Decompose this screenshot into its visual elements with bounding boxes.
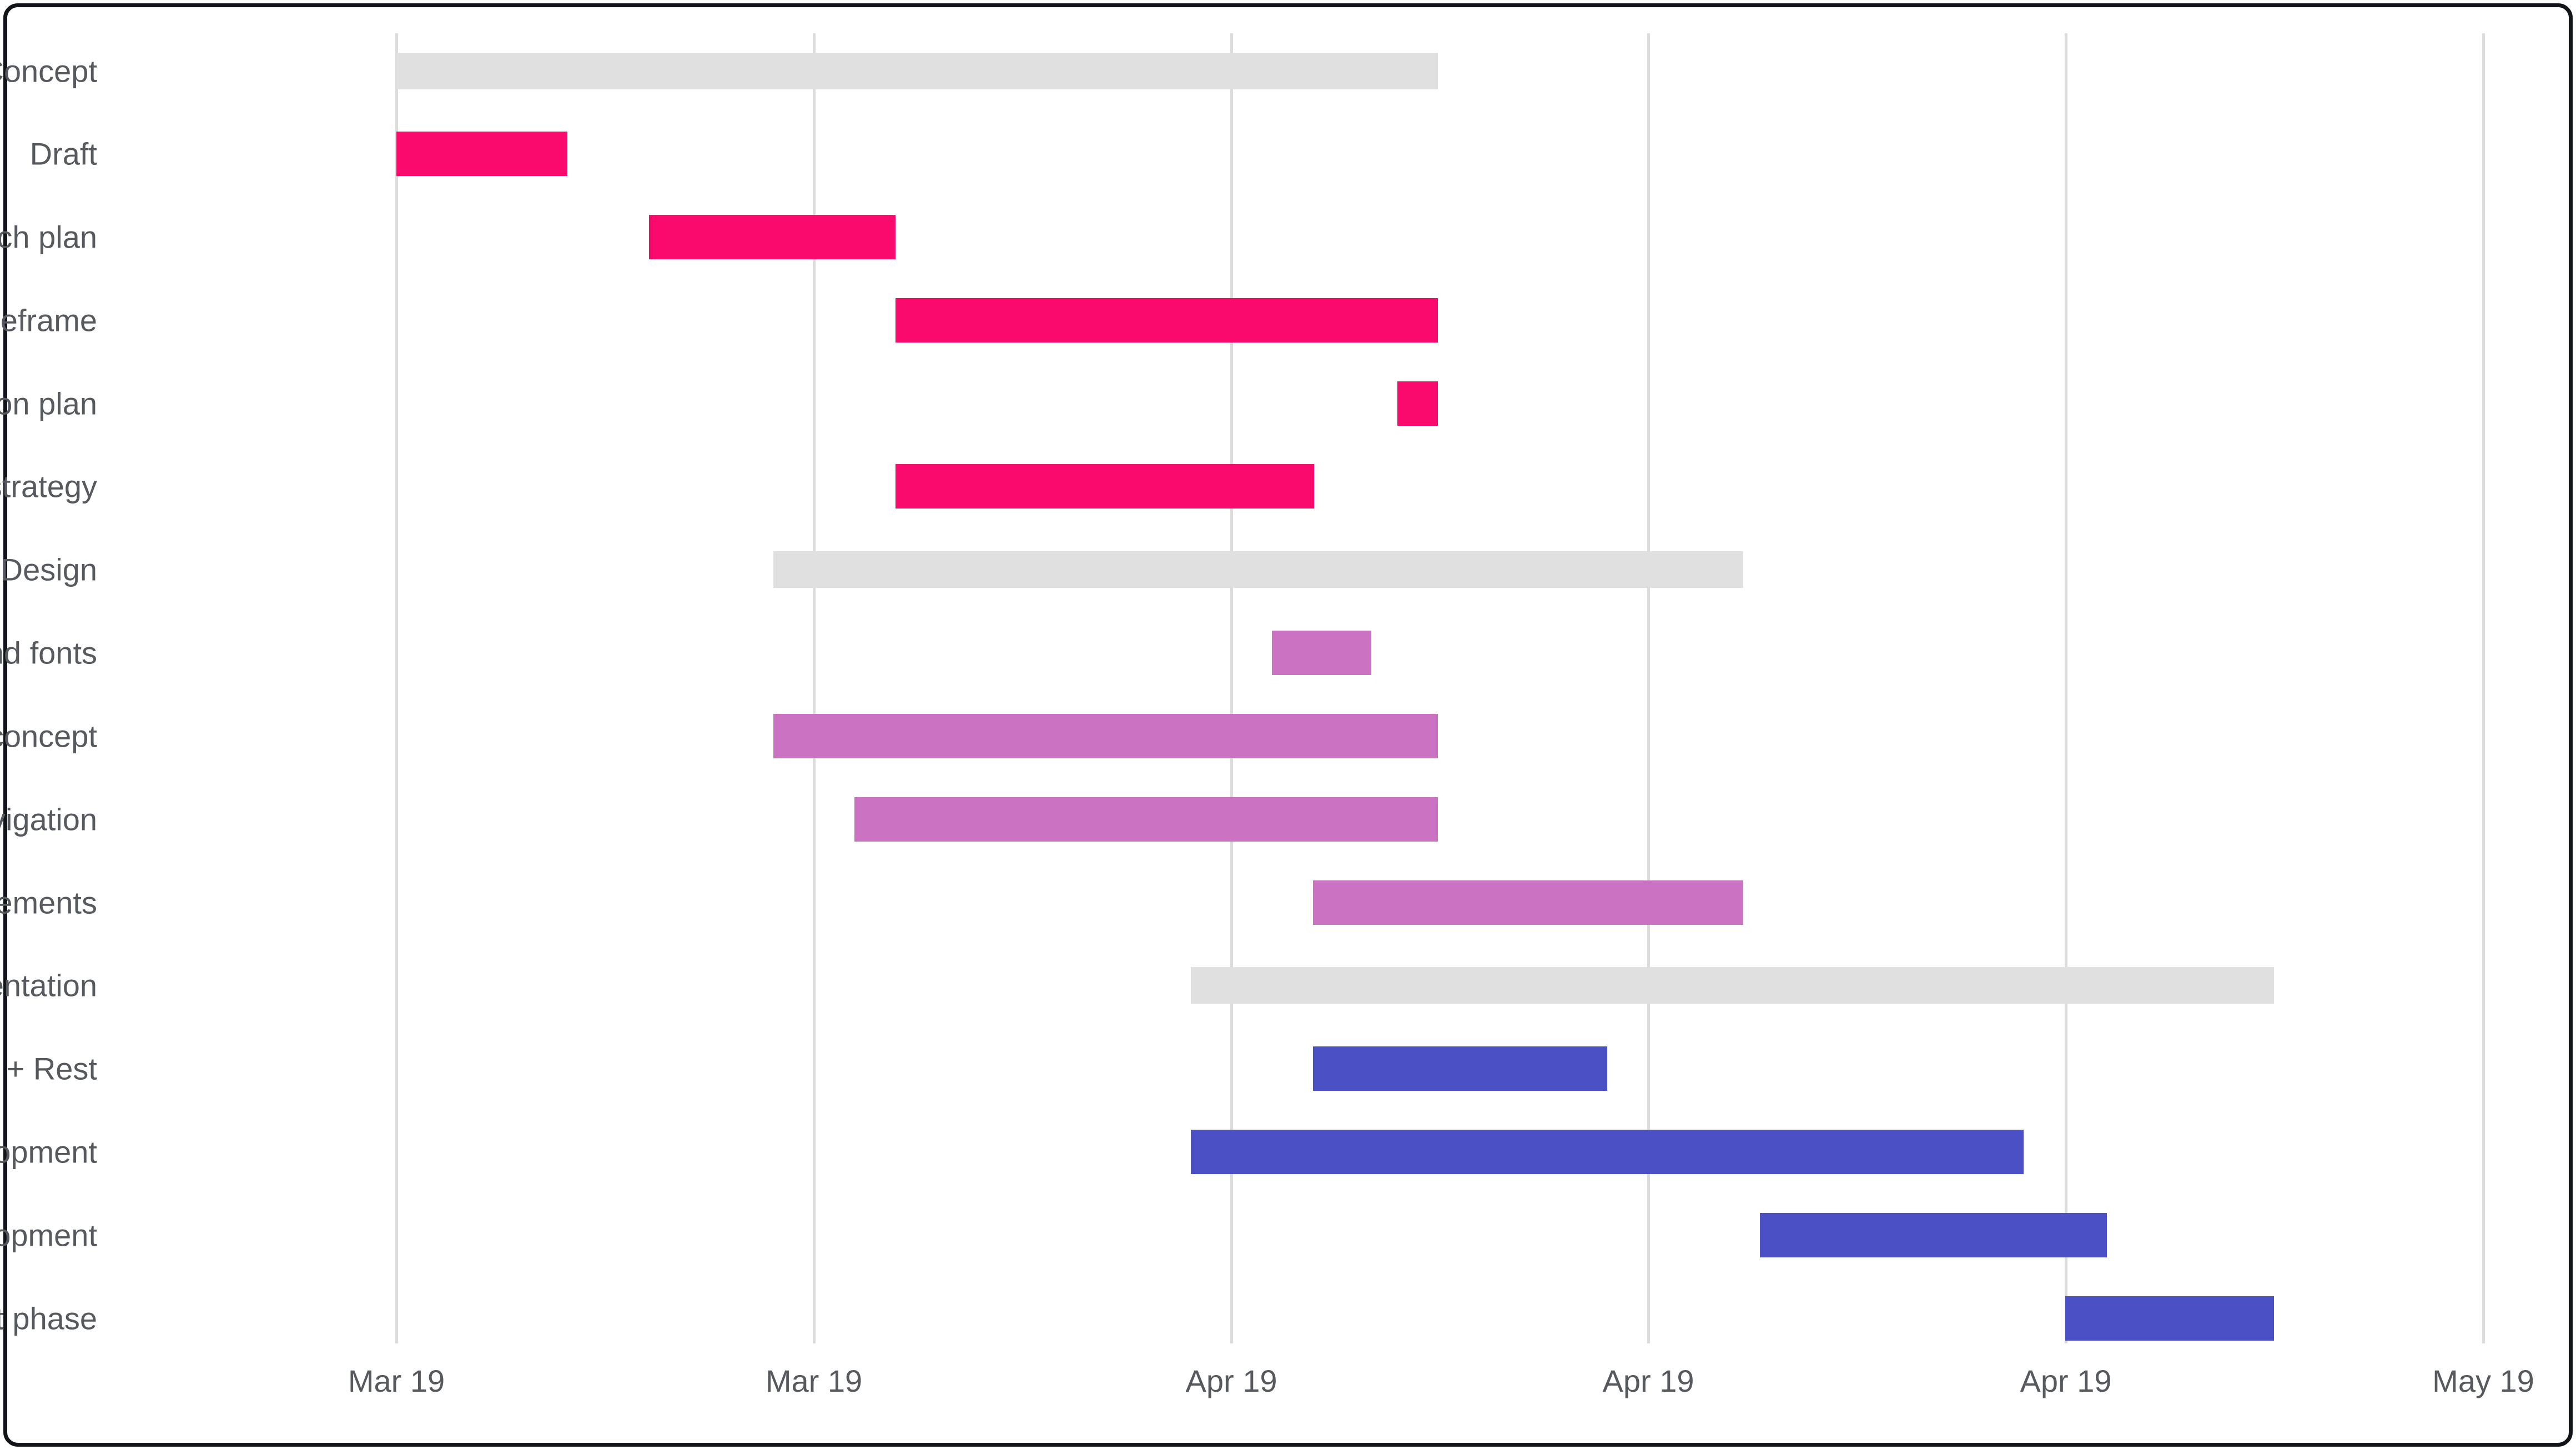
gantt-bar[interactable] [854,797,1438,842]
gantt-bar[interactable] [773,714,1438,758]
x-axis-tick-label: Apr 19 [1602,1363,1694,1398]
x-axis-tick-label: Mar 19 [765,1363,863,1398]
x-gridline-5 [2482,33,2485,1343]
gantt-bar[interactable] [396,53,1438,89]
x-axis-tick-label: Mar 19 [348,1363,445,1398]
task-row-label: Backend development [0,1134,97,1170]
task-row-label: Implementation plan [0,386,97,421]
task-row-label: Graphic elements [0,885,97,920]
x-axis-tick-label: Apr 19 [1185,1363,1277,1398]
gantt-bar[interactable] [1272,631,1371,675]
task-row-label: Draft [29,136,97,172]
gantt-bar[interactable] [649,215,895,259]
x-gridline-0 [395,33,398,1343]
task-row-label: Tech plan [0,219,97,255]
task-row-label: Design [0,552,97,587]
task-row-label: Test phase [0,1301,97,1336]
x-axis-tick-label: May 19 [2432,1363,2534,1398]
gantt-bar[interactable] [1191,1130,2024,1174]
gantt-bar[interactable] [2065,1296,2274,1341]
task-row-label: Storyboard/Wireframe [0,303,97,338]
gantt-bar[interactable] [895,298,1438,343]
task-row-label: Image concept [0,718,97,754]
gantt-bar[interactable] [1397,381,1438,426]
gantt-chart-screenshot: Mar 19 Mar 19 Apr 19 Apr 19 Apr 19 May 19 Conc… [0,0,2576,1450]
gantt-bar[interactable] [1760,1213,2107,1257]
task-row-label: Navigation [0,802,97,837]
gantt-plot-area: Mar 19 Mar 19 Apr 19 Apr 19 Apr 19 May 19 Conc… [0,0,2576,1450]
x-axis-tick-label: Apr 19 [2020,1363,2112,1398]
task-row-label: Colors and fonts [0,635,97,671]
x-gridline-4 [2065,33,2067,1343]
gantt-bar[interactable] [1313,880,1743,925]
gantt-bar[interactable] [396,132,567,176]
task-row-label: Social media strategy [0,469,97,504]
task-row-label: Concept [0,53,97,89]
gantt-bar[interactable] [773,551,1743,588]
task-row-label: Implementation [0,968,97,1003]
task-row-label: Frontend Development [0,1217,97,1253]
gantt-bar[interactable] [895,464,1314,508]
gantt-bar[interactable] [1191,967,2274,1004]
task-row-label: Texts HP + Rest [0,1051,97,1086]
gantt-bar[interactable] [1313,1046,1607,1091]
